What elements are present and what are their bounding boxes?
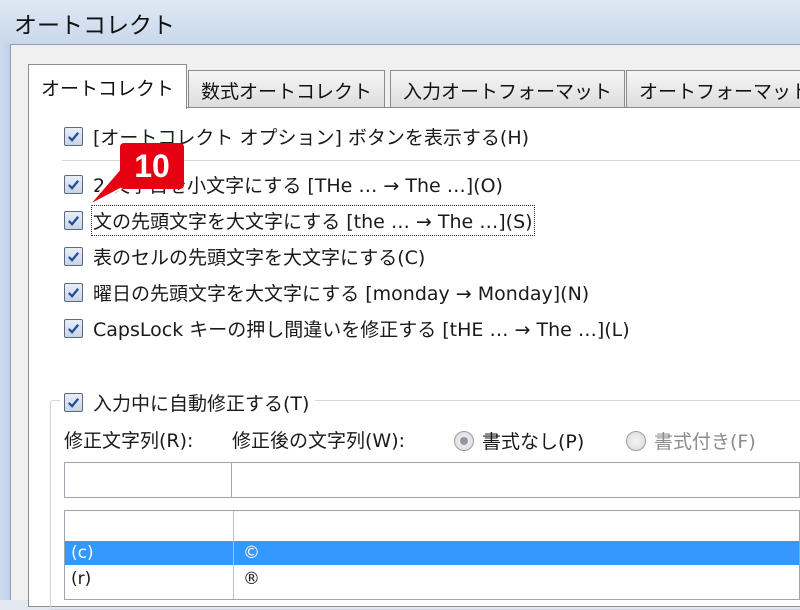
tab-autoformat-as-you-type[interactable]: 入力オートフォーマット xyxy=(390,70,626,108)
column-divider xyxy=(233,511,234,599)
replacement-list[interactable]: (c) © (r) ® xyxy=(64,510,800,600)
with-input[interactable] xyxy=(231,462,800,498)
list-item-to: ® xyxy=(243,569,260,589)
list-item-from: (r) xyxy=(71,569,92,589)
with-label: 修正後の文字列(W): xyxy=(232,430,406,452)
option-caps-lock[interactable]: CapsLock キーの押し間違いを修正する [tHE … → The …](L… xyxy=(64,313,630,343)
checkbox-checked-icon[interactable] xyxy=(64,318,83,338)
option-label: 表のセルの先頭文字を大文字にする(C) xyxy=(93,246,426,269)
checkbox-checked-icon[interactable] xyxy=(64,126,83,146)
list-item[interactable]: (c) © xyxy=(65,541,799,565)
group-legend-label: 入力中に自動修正する(T) xyxy=(93,392,310,415)
list-item-from: (c) xyxy=(71,543,94,563)
option-replace-as-you-type[interactable]: 入力中に自動修正する(T) xyxy=(60,387,316,417)
step-callout: 10 xyxy=(120,143,184,189)
replace-input[interactable] xyxy=(64,462,232,498)
tab-autoformat[interactable]: オートフォーマット xyxy=(626,70,800,108)
checkbox-checked-icon[interactable] xyxy=(64,210,83,230)
radio-plain-text[interactable]: 書式なし(P) xyxy=(454,427,584,454)
list-item[interactable]: (r) ® xyxy=(65,567,799,591)
checkbox-checked-icon[interactable] xyxy=(64,392,83,412)
checkbox-checked-icon[interactable] xyxy=(64,174,83,194)
option-label: 文の先頭文字を大文字にする [the … → The …](S) xyxy=(91,204,535,236)
radio-unselected-icon[interactable] xyxy=(626,430,646,451)
checkbox-checked-icon[interactable] xyxy=(64,246,83,266)
window-edge xyxy=(0,44,10,600)
title-bar: オートコレクト xyxy=(0,0,800,44)
option-capitalize-day[interactable]: 曜日の先頭文字を大文字にする [monday → Monday](N) xyxy=(64,277,589,307)
option-label: CapsLock キーの押し間違いを修正する [tHE … → The …](L… xyxy=(93,318,630,341)
radio-label: 書式なし(P) xyxy=(482,431,585,453)
radio-label: 書式付き(F) xyxy=(654,431,756,453)
checkbox-checked-icon[interactable] xyxy=(64,282,83,302)
option-capitalize-sentence[interactable]: 文の先頭文字を大文字にする [the … → The …](S) xyxy=(64,204,535,236)
option-label: 曜日の先頭文字を大文字にする [monday → Monday](N) xyxy=(93,282,590,305)
radio-formatted-text[interactable]: 書式付き(F) xyxy=(626,427,756,454)
list-item-to: © xyxy=(243,543,260,563)
tab-math-autocorrect[interactable]: 数式オートコレクト xyxy=(188,70,386,108)
radio-selected-icon[interactable] xyxy=(454,430,474,451)
window-title: オートコレクト xyxy=(14,13,175,39)
option-capitalize-table-cell[interactable]: 表のセルの先頭文字を大文字にする(C) xyxy=(64,241,425,271)
tab-autocorrect[interactable]: オートコレクト xyxy=(28,64,188,109)
replace-label: 修正文字列(R): xyxy=(64,430,194,452)
